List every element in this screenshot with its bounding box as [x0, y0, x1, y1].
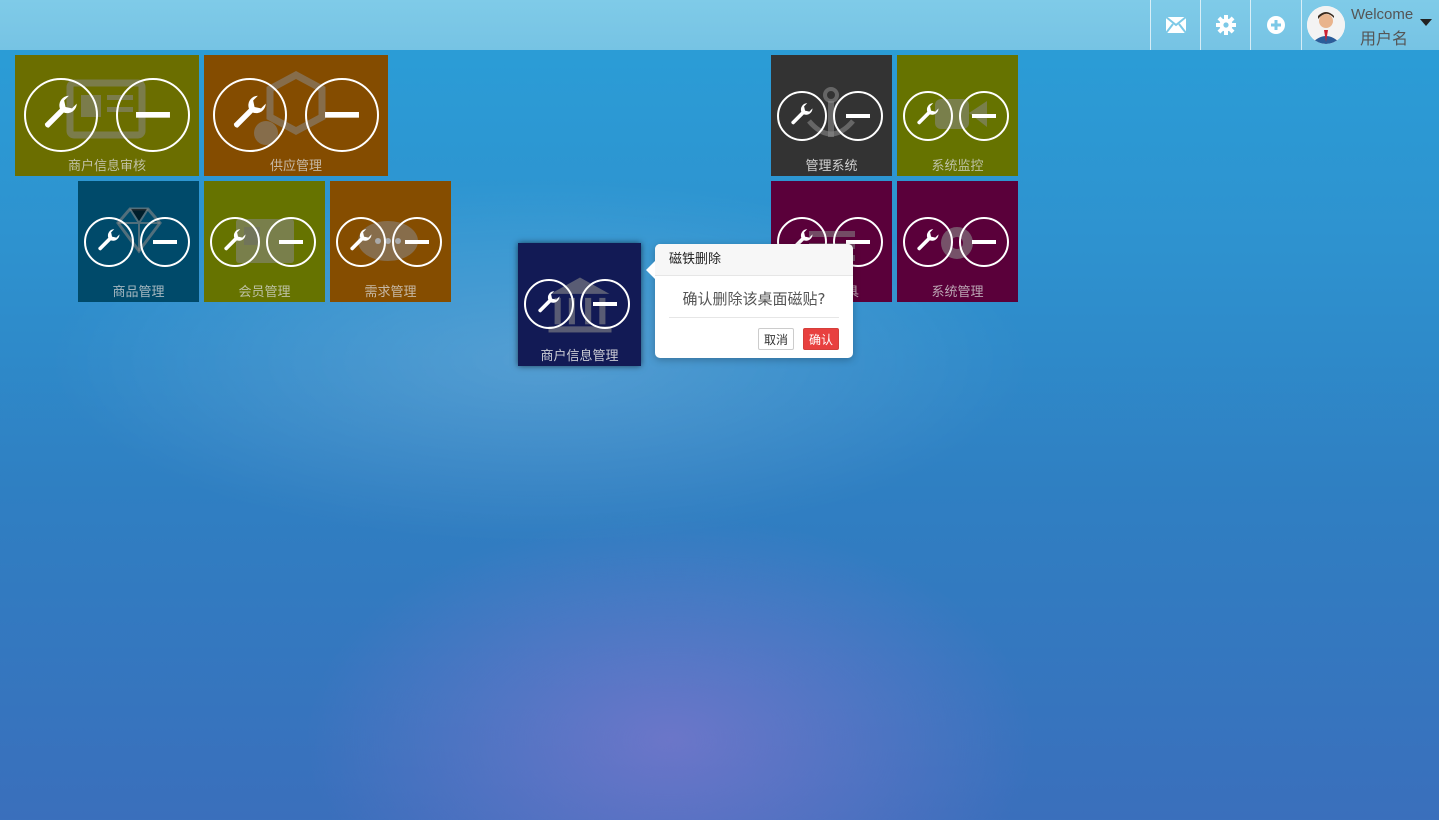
popover-arrow: [646, 261, 655, 279]
minus-icon: [972, 114, 996, 118]
tile-demand[interactable]: 需求管理: [330, 181, 451, 302]
remove-tile-button[interactable]: [305, 78, 379, 152]
remove-tile-button[interactable]: [833, 91, 883, 141]
remove-tile-button[interactable]: [959, 217, 1009, 267]
remove-tile-button[interactable]: [140, 217, 190, 267]
edit-tile-button[interactable]: [903, 217, 953, 267]
minus-icon: [405, 240, 429, 244]
remove-tile-button[interactable]: [580, 279, 630, 329]
edit-tile-button[interactable]: [84, 217, 134, 267]
wrench-icon: [917, 103, 939, 125]
gear-icon: [1216, 15, 1236, 35]
popover-message: 确认删除该桌面磁贴?: [669, 288, 839, 318]
mail-icon: [1166, 17, 1186, 33]
tile-label: 商户信息管理: [540, 349, 619, 364]
chevron-down-icon[interactable]: [1420, 19, 1432, 26]
tile-member[interactable]: 会员管理: [204, 181, 325, 302]
delete-tile-popover: 磁铁删除 确认删除该桌面磁贴? 取消 确认: [646, 244, 853, 358]
edit-tile-button[interactable]: [777, 91, 827, 141]
remove-tile-button[interactable]: [392, 217, 442, 267]
tile-label: 商品管理: [112, 285, 165, 300]
tile-label: 管理系统: [805, 159, 858, 174]
tile-sys-manage[interactable]: 系统管理: [897, 181, 1018, 302]
tile-label: 商户信息审核: [67, 159, 146, 174]
minus-icon: [279, 240, 303, 244]
wrench-icon: [98, 229, 120, 251]
add-button[interactable]: [1250, 0, 1301, 50]
tile-merchant-info[interactable]: 商户信息管理: [518, 243, 641, 366]
wrench-icon: [791, 103, 813, 125]
minus-icon: [136, 112, 170, 118]
edit-tile-button[interactable]: [524, 279, 574, 329]
confirm-button[interactable]: 确认: [803, 328, 839, 350]
plus-circle-icon: [1267, 16, 1285, 34]
minus-icon: [593, 302, 617, 306]
tile-merchant-review[interactable]: 商户信息审核: [15, 55, 199, 176]
remove-tile-button[interactable]: [116, 78, 190, 152]
wrench-icon: [917, 229, 939, 251]
edit-tile-button[interactable]: [213, 78, 287, 152]
tile-label: 需求管理: [364, 285, 417, 300]
avatar: [1307, 6, 1345, 44]
wrench-icon: [224, 229, 246, 251]
minus-icon: [972, 240, 996, 244]
edit-tile-button[interactable]: [903, 91, 953, 141]
cancel-button[interactable]: 取消: [758, 328, 794, 350]
tile-goods[interactable]: 商品管理: [78, 181, 199, 302]
edit-tile-button[interactable]: [336, 217, 386, 267]
minus-icon: [846, 114, 870, 118]
tile-label: 供应管理: [269, 159, 322, 174]
wrench-icon: [538, 291, 560, 313]
tile-monitor[interactable]: 系统监控: [897, 55, 1018, 176]
remove-tile-button[interactable]: [266, 217, 316, 267]
wrench-icon: [350, 229, 372, 251]
wrench-icon: [44, 95, 77, 128]
edit-tile-button[interactable]: [210, 217, 260, 267]
remove-tile-button[interactable]: [959, 91, 1009, 141]
top-bar: Welcome 用户名: [0, 0, 1439, 50]
tile-label: 会员管理: [238, 285, 291, 300]
wrench-icon: [233, 95, 266, 128]
username: 用户名: [1360, 31, 1409, 48]
tile-label: 系统监控: [931, 159, 984, 174]
settings-button[interactable]: [1200, 0, 1251, 50]
welcome-text: Welcome: [1351, 6, 1414, 23]
user-menu[interactable]: Welcome 用户名: [1301, 0, 1439, 50]
minus-icon: [325, 112, 359, 118]
tile-supply[interactable]: 供应管理: [204, 55, 388, 176]
tile-admin-system[interactable]: 管理系统: [771, 55, 892, 176]
tile-label: 系统管理: [931, 285, 984, 300]
mail-button[interactable]: [1150, 0, 1201, 50]
minus-icon: [153, 240, 177, 244]
edit-tile-button[interactable]: [24, 78, 98, 152]
popover-title: 磁铁删除: [655, 244, 853, 276]
